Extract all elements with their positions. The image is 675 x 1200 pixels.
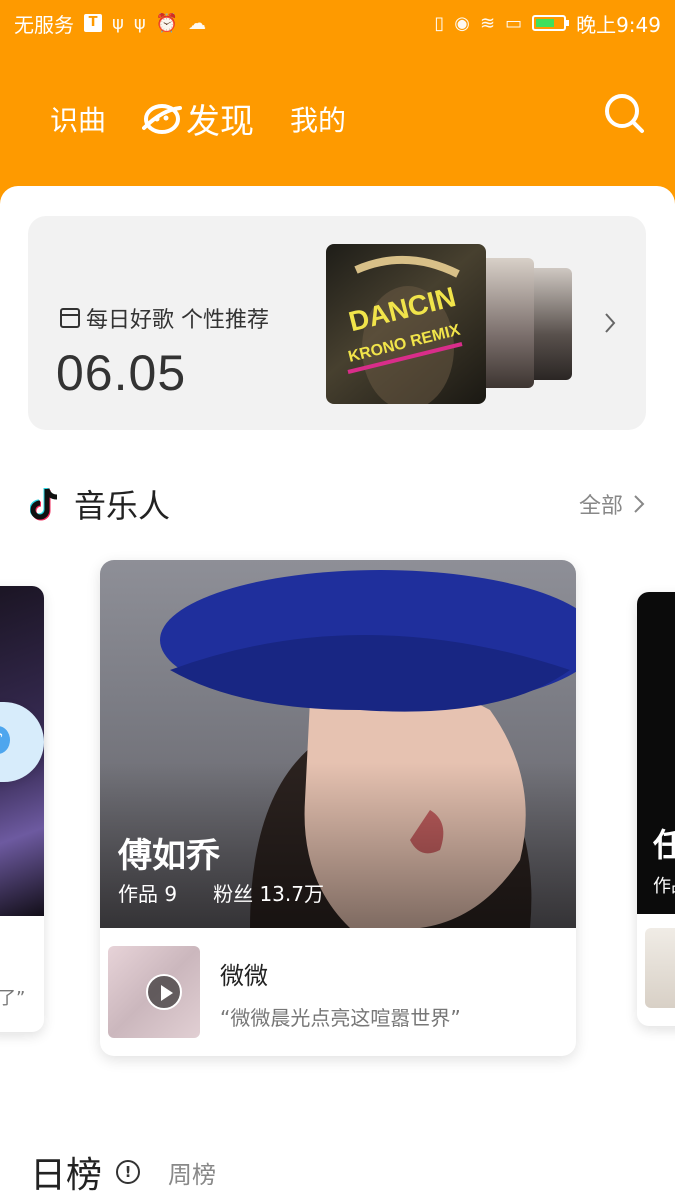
artist-name-next: 任 [653, 826, 675, 864]
song-thumbnail-next [645, 928, 675, 1008]
daily-recommend-card[interactable]: 每日好歌 个性推荐 06.05 DANCIN KRONO REMIX [28, 216, 646, 430]
chart-title[interactable]: 日榜 [30, 1146, 102, 1198]
cloud-icon: ☁ [188, 12, 207, 34]
musicians-title-text: 音乐人 [74, 487, 171, 525]
chevron-right-icon [605, 313, 616, 333]
view-all-label: 全部 [578, 494, 623, 519]
sim-icon: ▭ [505, 12, 523, 34]
usb-icon: ψ [112, 12, 124, 34]
artist-works: 作品 9 [118, 882, 178, 906]
song-quote: “微微晨光点亮这喧嚣世界” [220, 1006, 461, 1030]
status-right: ▯ ◉ ≋ ▭ 晚上9:49 [434, 9, 661, 38]
artist-card-featured[interactable]: 傅如乔 作品 9 粉丝 13.7万 微微 “微微晨光点亮这喧嚣世界” [100, 560, 576, 1056]
tab-discover[interactable]: 发现 [142, 94, 254, 143]
musicians-header: 音乐人 全部 [30, 482, 645, 526]
artist-song-row[interactable]: 微微 “微微晨光点亮这喧嚣世界” [100, 928, 576, 1056]
vibrate-icon: ▯ [434, 12, 445, 34]
status-left: 无服务 T ψ ψ ⏰ ☁ [14, 9, 206, 38]
daily-label: 每日好歌 个性推荐 [60, 302, 269, 334]
alarm-icon: ⏰ [155, 12, 179, 34]
tab-weekly-chart[interactable]: 周榜 [168, 1155, 216, 1190]
wifi-icon: ≋ [479, 12, 496, 34]
discover-logo-icon [142, 103, 183, 134]
app-header: 识曲 发现 我的 [0, 46, 675, 186]
calendar-icon [60, 308, 80, 328]
eye-icon: ◉ [454, 12, 470, 34]
artist-card-next[interactable]: 任 作品 [637, 592, 675, 1026]
tab-discover-label: 发现 [186, 102, 255, 142]
artist-stat-next: 作品 [653, 876, 675, 897]
music-note-icon: ♪ [0, 726, 10, 754]
top-nav: 识曲 发现 我的 [50, 94, 346, 143]
artist-stats: 作品 9 粉丝 13.7万 [118, 878, 324, 907]
tab-recognize[interactable]: 识曲 [50, 99, 106, 139]
musicians-title: 音乐人 [30, 481, 170, 527]
album-cover-art: DANCIN KRONO REMIX [346, 255, 463, 404]
tab-mine[interactable]: 我的 [290, 99, 346, 139]
info-icon[interactable]: ! [116, 1160, 141, 1184]
search-icon[interactable] [603, 92, 645, 134]
artist-photo: 傅如乔 作品 9 粉丝 13.7万 [100, 560, 576, 928]
chart-header: 日榜 ! 周榜 [30, 1146, 216, 1198]
album-cover-main: DANCIN KRONO REMIX [326, 244, 486, 404]
song-title: 微微 [220, 962, 268, 990]
content-sheet: 每日好歌 个性推荐 06.05 DANCIN KRONO REMIX 音乐人 全… [0, 186, 675, 1200]
clock-text: 晚上9:49 [576, 12, 661, 37]
view-all-button[interactable]: 全部 [579, 488, 645, 520]
daily-label-text: 每日好歌 个性推荐 [86, 308, 269, 333]
chevron-right-icon [634, 495, 645, 513]
carrier-text: 无服务 [14, 12, 74, 37]
battery-icon [532, 15, 570, 31]
app-notification-icon: T [84, 14, 102, 32]
tiktok-icon [30, 488, 58, 521]
usb-debug-icon: ψ [133, 12, 146, 34]
status-bar: 无服务 T ψ ψ ⏰ ☁ ▯ ◉ ≋ ▭ 晚上9:49 [0, 0, 675, 46]
artist-card-prev[interactable]: 放了” [0, 586, 44, 1032]
song-quote-prev: 放了” [0, 988, 26, 1009]
artist-fans: 粉丝 13.7万 [213, 882, 324, 906]
artist-name: 傅如乔 [118, 836, 220, 876]
daily-date: 06.05 [56, 345, 187, 401]
play-button[interactable] [146, 974, 182, 1010]
